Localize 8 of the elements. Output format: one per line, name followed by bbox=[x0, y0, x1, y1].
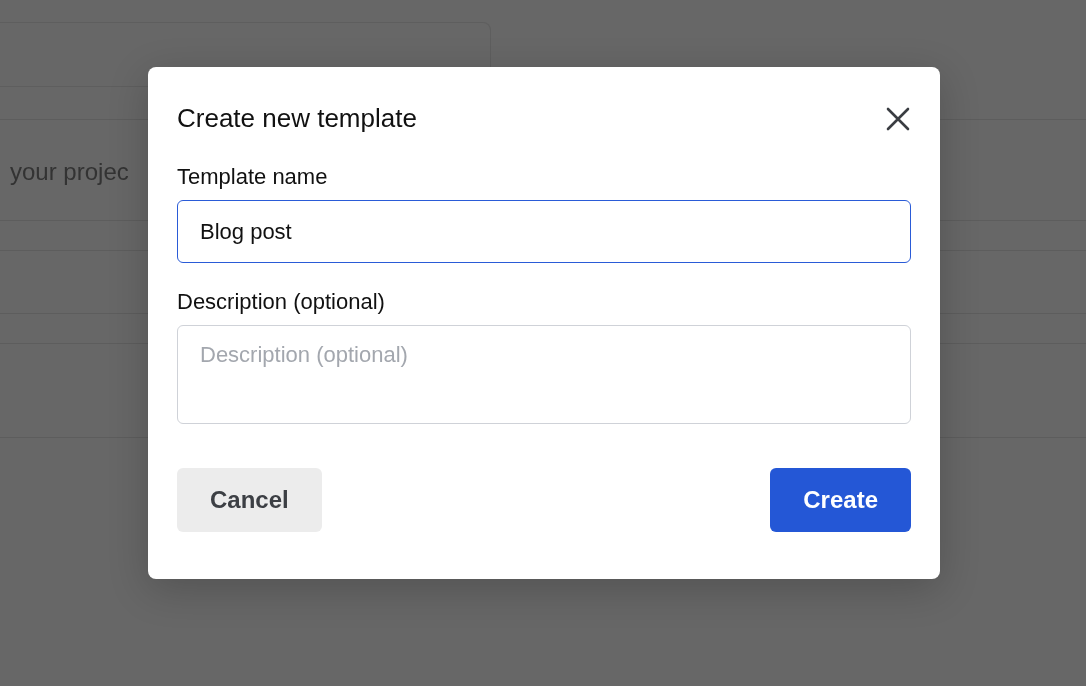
description-field[interactable]: Description (optional) bbox=[177, 325, 911, 424]
close-icon[interactable] bbox=[885, 105, 911, 132]
dialog-title: Create new template bbox=[177, 103, 417, 134]
name-field[interactable]: Blog post bbox=[177, 200, 911, 263]
create-button[interactable]: Create bbox=[770, 468, 911, 532]
field-label: Description (optional) bbox=[177, 289, 385, 315]
field-label: Template name bbox=[177, 164, 328, 190]
cancel-button[interactable]: Cancel bbox=[177, 468, 322, 532]
